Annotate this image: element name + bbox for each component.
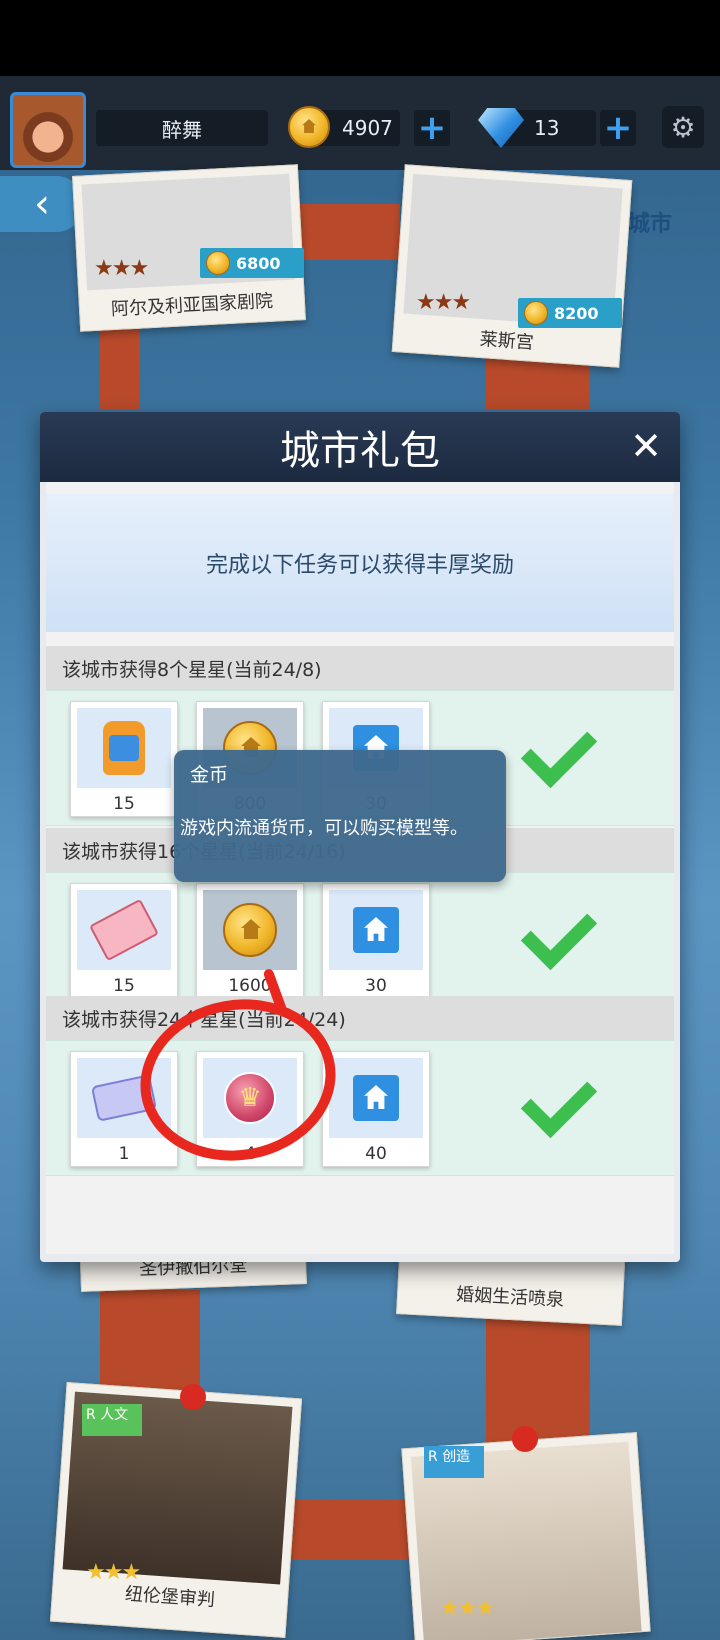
tower-beam (300, 204, 400, 260)
price-value: 8200 (554, 303, 599, 323)
building-card[interactable]: 莱斯宫 (391, 164, 633, 368)
backpack-icon (103, 721, 145, 775)
reward-row: 15 1600 30 (46, 872, 674, 1008)
section-title: 该城市获得8个星星(当前24/8) (46, 646, 674, 690)
reward-icon-box (77, 708, 171, 788)
reward-icon-box (203, 890, 297, 970)
gear-icon: ⚙ (670, 110, 696, 144)
star-rating: ★★★ (416, 290, 471, 315)
price-value: 6800 (236, 253, 281, 273)
reward-quantity: 1600 (228, 976, 272, 996)
rank-badge: R 创造 (424, 1446, 484, 1478)
settings-button[interactable]: ⚙ (662, 106, 704, 148)
pushpin-icon (512, 1426, 538, 1452)
house-icon (353, 1075, 399, 1121)
back-button[interactable]: ‹ (0, 176, 84, 232)
coin-icon (524, 301, 548, 325)
reward-row: 1 ♛ 4 40 (46, 1040, 674, 1176)
tooltip-title: 金币 (190, 764, 229, 786)
tower-pillar (486, 1310, 590, 1450)
reward-quantity: 40 (365, 1144, 387, 1164)
reward-item[interactable]: 15 (70, 701, 178, 817)
reward-quantity: 15 (113, 794, 135, 814)
coin-icon (223, 903, 277, 957)
reward-item[interactable]: 15 (70, 883, 178, 999)
coin-icon (288, 106, 330, 148)
coin-icon (206, 251, 230, 275)
add-coins-button[interactable]: + (414, 108, 450, 148)
gem-amount: 13 (534, 116, 560, 140)
dialog-title: 城市礼包 (280, 428, 440, 474)
category-label: 创造 (442, 1449, 471, 1465)
price-tag: 8200 (518, 298, 622, 328)
book-icon (89, 898, 159, 962)
reward-item[interactable]: 30 (322, 883, 430, 999)
banner-text: 完成以下任务可以获得丰厚奖励 (205, 553, 514, 578)
reward-icon-box (329, 890, 423, 970)
reward-icon-box (329, 1058, 423, 1138)
rank-label: R (428, 1449, 438, 1465)
check-icon (520, 711, 598, 789)
rank-badge: R 人文 (82, 1404, 142, 1436)
rank-label: R (86, 1407, 96, 1423)
reward-icon-box (77, 890, 171, 970)
building-title: 婚姻生活喷泉 (455, 1284, 565, 1311)
status-bar (0, 0, 720, 76)
price-tag: 6800 (200, 248, 304, 278)
reward-quantity: 1 (118, 1144, 130, 1164)
player-avatar[interactable] (10, 92, 86, 168)
dialog-header: 城市礼包 ✕ (40, 412, 680, 482)
player-name: 醉舞 (96, 110, 268, 146)
chevron-left-icon: ‹ (34, 181, 50, 227)
star-rating: ★★★ (86, 1560, 141, 1585)
tower-pillar (100, 1290, 200, 1400)
coin-amount: 4907 (342, 116, 393, 140)
tooltip-description: 游戏内流通货币，可以购买模型等。 (180, 818, 468, 839)
section-title: 该城市获得24个星星(当前24/24) (46, 996, 674, 1040)
add-gems-button[interactable]: + (600, 108, 636, 148)
check-icon (520, 893, 598, 971)
reward-item[interactable]: 1600 (196, 883, 304, 999)
star-rating: ★★★ (94, 256, 149, 281)
reward-item[interactable]: 40 (322, 1051, 430, 1167)
item-tooltip: 金币 游戏内流通货币，可以购买模型等。 (174, 750, 506, 882)
star-rating: ★★★ (440, 1596, 495, 1621)
building-title: 阿尔及利亚国家剧院 (110, 290, 274, 321)
check-icon (520, 1061, 598, 1139)
category-label: 人文 (100, 1407, 129, 1423)
reward-quantity: 30 (365, 976, 387, 996)
reward-quantity: 15 (113, 976, 135, 996)
house-icon (353, 907, 399, 953)
pushpin-icon (180, 1384, 206, 1410)
reward-banner: 完成以下任务可以获得丰厚奖励 (46, 494, 674, 632)
close-button[interactable]: ✕ (630, 424, 662, 468)
